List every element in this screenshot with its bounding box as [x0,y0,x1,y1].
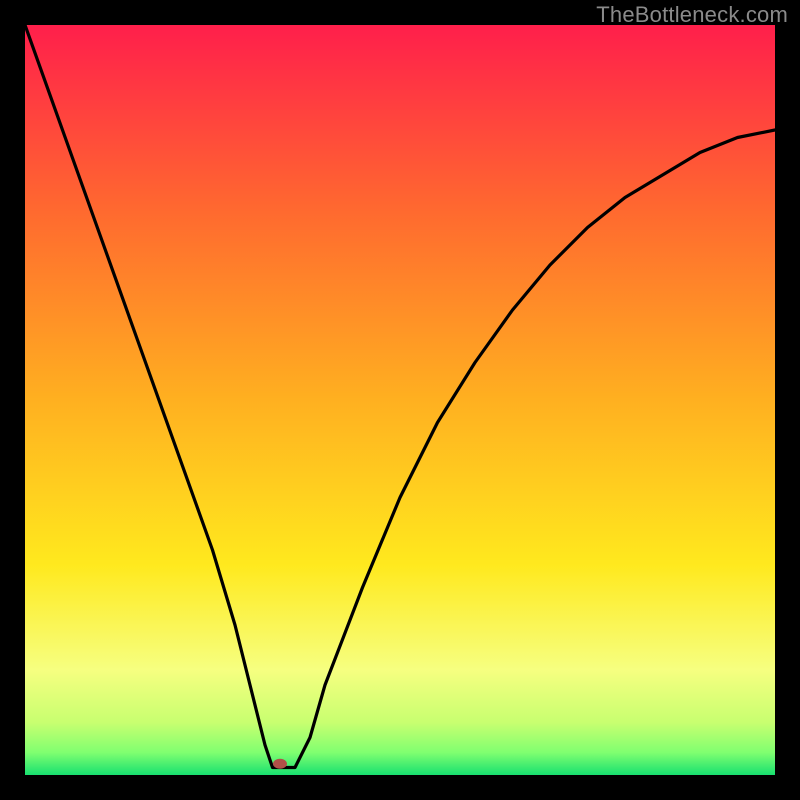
optimum-marker [273,759,287,769]
watermark-label: TheBottleneck.com [596,2,788,28]
bottleneck-chart [0,0,800,800]
plot-background [25,25,775,775]
chart-container: TheBottleneck.com [0,0,800,800]
